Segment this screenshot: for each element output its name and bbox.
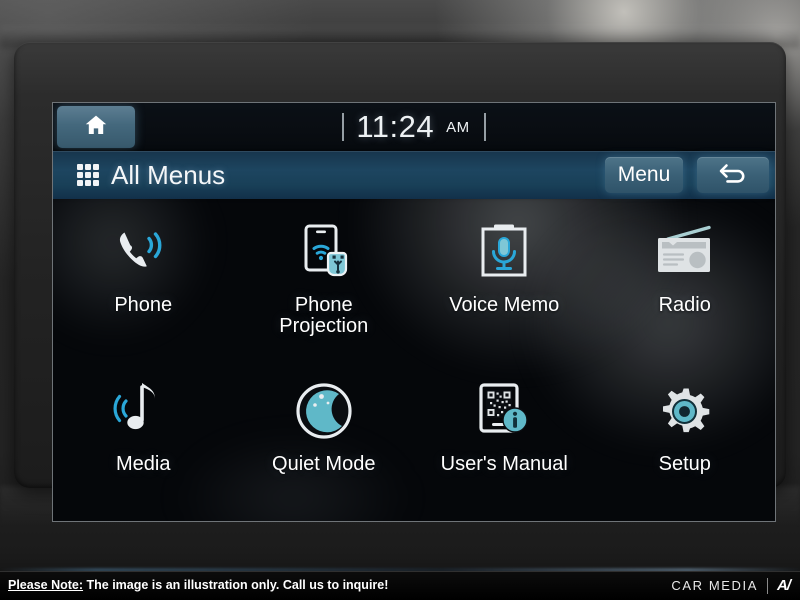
grid-menu-icon <box>77 164 99 186</box>
title-bar: All Menus Menu <box>53 151 775 199</box>
app-label: User's Manual <box>440 453 568 475</box>
head-unit-bezel: 11:24 AM All Menus Menu Phone Phone Proj… <box>14 42 786 522</box>
clock: 11:24 AM <box>53 103 775 151</box>
disclaimer-body: The image is an illustration only. Call … <box>83 578 389 592</box>
app-label: Voice Memo <box>449 294 560 316</box>
clock-divider-right <box>483 113 486 141</box>
page-title: All Menus <box>111 160 226 190</box>
app-grid: Phone Phone Projection Voice Memo Radio … <box>53 205 776 521</box>
app-tile-media[interactable]: Media <box>53 364 234 521</box>
app-label: Radio <box>658 294 711 316</box>
app-label: Phone <box>114 294 173 316</box>
clock-ampm: AM <box>446 118 470 136</box>
disclaimer-prefix: Please Note: <box>8 578 84 592</box>
menu-button-label: Menu <box>617 163 671 186</box>
brand-name: CAR MEDIA <box>671 578 758 593</box>
brand-divider <box>767 577 768 594</box>
app-tile-phone-projection[interactable]: Phone Projection <box>234 205 415 364</box>
app-tile-users-manual[interactable]: User's Manual <box>414 364 595 521</box>
clock-time: 11:24 <box>356 109 435 144</box>
clock-divider-left <box>342 113 345 141</box>
app-tile-quiet-mode[interactable]: Quiet Mode <box>234 364 415 521</box>
app-label: Media <box>116 453 171 475</box>
app-label: Setup <box>658 453 711 475</box>
app-tile-phone[interactable]: Phone <box>53 205 234 364</box>
status-bar: 11:24 AM <box>53 103 775 151</box>
moon-quiet-mode-icon <box>293 378 355 444</box>
gear-icon <box>655 378 715 444</box>
disclaimer-bar: Please Note: The image is an illustratio… <box>0 571 800 600</box>
radio-icon <box>653 219 717 285</box>
users-manual-qr-icon <box>474 378 534 444</box>
brand-logo: CAR MEDIA A/ <box>671 577 791 594</box>
app-tile-radio[interactable]: Radio <box>595 205 776 364</box>
app-label: Phone Projection <box>279 294 369 338</box>
phone-handset-icon <box>112 219 174 285</box>
app-label: Quiet Mode <box>272 453 376 475</box>
disclaimer-text: Please Note: The image is an illustratio… <box>8 578 388 592</box>
phone-projection-icon <box>293 219 355 285</box>
app-tile-setup[interactable]: Setup <box>595 364 776 521</box>
music-note-icon <box>112 378 174 444</box>
brand-mark-icon: A/ <box>777 577 791 594</box>
app-tile-voice-memo[interactable]: Voice Memo <box>414 205 595 364</box>
back-button[interactable] <box>697 157 769 193</box>
infotainment-screen: 11:24 AM All Menus Menu Phone Phone Proj… <box>52 102 776 522</box>
menu-button[interactable]: Menu <box>605 157 683 193</box>
voice-memo-icon <box>475 219 533 285</box>
back-arrow-icon <box>716 160 750 191</box>
